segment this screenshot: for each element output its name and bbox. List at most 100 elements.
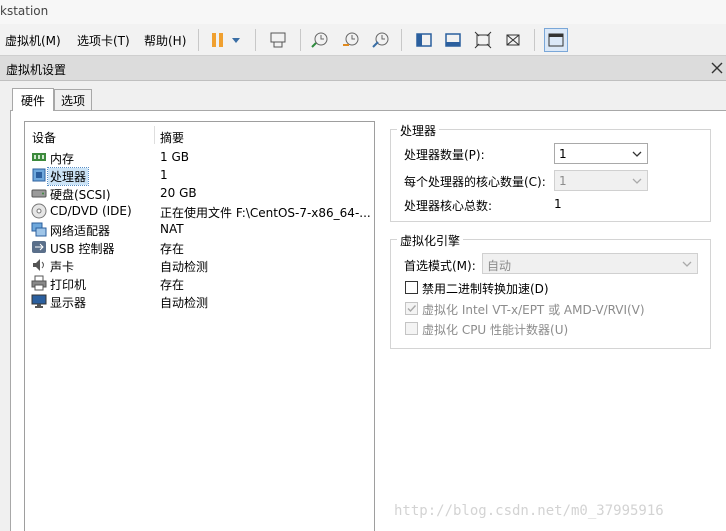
cores-per-processor-label: 每个处理器的核心数量(C): bbox=[404, 175, 546, 189]
device-name: 打印机 bbox=[50, 278, 87, 292]
virtualize-cpu-counters-checkbox[interactable] bbox=[405, 322, 418, 335]
device-row-hard-disk[interactable]: 硬盘(SCSI) 20 GB bbox=[28, 184, 374, 202]
device-column-header[interactable]: 设备 bbox=[32, 129, 56, 146]
virtualization-engine-group: 虚拟化引擎 首选模式(M): 自动 禁用二进制转换加速(D) 虚拟化 Intel… bbox=[390, 232, 711, 349]
dialog-close-button[interactable] bbox=[708, 59, 726, 77]
sound-card-icon bbox=[33, 259, 44, 271]
memory-icon bbox=[32, 153, 46, 161]
device-row-cd-dvd[interactable]: CD/DVD (IDE) 正在使用文件 F:\CentOS-7-x86_64-.… bbox=[28, 202, 374, 220]
cd-dvd-icon bbox=[31, 203, 47, 219]
preferred-mode-value: 自动 bbox=[487, 259, 512, 273]
snapshot-manager-button[interactable] bbox=[369, 28, 393, 52]
app-title-bar: kstation bbox=[0, 0, 726, 25]
device-name: 内存 bbox=[50, 152, 75, 166]
device-row-sound-card[interactable]: 声卡 自动检测 bbox=[28, 256, 374, 274]
processor-group: 处理器 处理器数量(P): 1 每个处理器的核心数量(C): 1 处理器核心总数… bbox=[390, 122, 711, 222]
pause-icon bbox=[212, 33, 223, 47]
chevron-down-icon bbox=[632, 151, 642, 157]
device-name: 硬盘(SCSI) bbox=[50, 188, 111, 202]
device-row-usb-controller[interactable]: USB 控制器 存在 bbox=[28, 238, 374, 256]
display-icon bbox=[31, 294, 47, 308]
full-screen-button[interactable] bbox=[471, 28, 495, 52]
cores-per-processor-value: 1 bbox=[559, 174, 567, 188]
cores-per-processor-select[interactable]: 1 bbox=[554, 170, 648, 191]
preferred-mode-select[interactable]: 自动 bbox=[482, 253, 698, 274]
unity-button[interactable] bbox=[501, 28, 525, 52]
device-name: 处理器 bbox=[46, 167, 90, 186]
device-row-memory[interactable]: 内存 1 GB bbox=[28, 148, 374, 166]
dialog-title: 虚拟机设置 bbox=[6, 63, 67, 77]
disable-binary-translation-label: 禁用二进制转换加速(D) bbox=[422, 282, 549, 296]
snapshot-button[interactable] bbox=[308, 28, 332, 52]
processor-group-title: 处理器 bbox=[397, 122, 440, 139]
summary-column-header[interactable]: 摘要 bbox=[160, 129, 184, 146]
total-cores-value: 1 bbox=[554, 197, 562, 211]
device-summary: 1 GB bbox=[160, 150, 189, 164]
console-view-button[interactable] bbox=[544, 28, 568, 52]
virtualize-cpu-counters-label: 虚拟化 CPU 性能计数器(U) bbox=[422, 323, 569, 337]
disable-binary-translation-checkbox[interactable] bbox=[405, 281, 418, 294]
device-summary: 1 bbox=[160, 168, 168, 182]
device-summary: 存在 bbox=[160, 242, 185, 256]
unity-icon bbox=[506, 34, 520, 46]
toolbar-separator bbox=[198, 29, 199, 51]
snapshot-clock-icon bbox=[311, 32, 328, 48]
toolbar-separator bbox=[300, 29, 301, 51]
thumbnail-view-button[interactable] bbox=[441, 28, 465, 52]
virtualize-vtx-checkbox[interactable] bbox=[405, 302, 418, 315]
device-summary: 自动检测 bbox=[160, 260, 209, 274]
device-name: USB 控制器 bbox=[50, 242, 115, 256]
device-summary: 自动检测 bbox=[160, 296, 209, 310]
snapshot-manager-icon bbox=[372, 32, 389, 48]
console-view-icon bbox=[548, 33, 564, 47]
menu-help[interactable]: 帮助(H) bbox=[144, 32, 186, 49]
toolbar-separator bbox=[401, 29, 402, 51]
device-name: 声卡 bbox=[50, 260, 75, 274]
menu-toolbar: 虚拟机(M) 选项卡(T) 帮助(H) bbox=[0, 24, 726, 56]
chevron-down-icon bbox=[682, 261, 692, 267]
device-name: CD/DVD (IDE) bbox=[50, 204, 132, 218]
revert-clock-icon bbox=[343, 32, 359, 46]
device-row-display[interactable]: 显示器 自动检测 bbox=[28, 292, 374, 310]
watermark-text: http://blog.csdn.net/m0_37995916 bbox=[394, 503, 664, 519]
column-divider[interactable] bbox=[154, 126, 155, 144]
bottom-bar-view-icon bbox=[445, 33, 461, 47]
toolbar-separator bbox=[534, 29, 535, 51]
chevron-down-icon bbox=[632, 178, 642, 184]
device-row-network-adapter[interactable]: 网络适配器 NAT bbox=[28, 220, 374, 238]
virtualize-vtx-label: 虚拟化 Intel VT-x/EPT 或 AMD-V/RVI(V) bbox=[422, 303, 645, 317]
pause-button[interactable] bbox=[206, 28, 230, 52]
send-keys-button[interactable] bbox=[266, 28, 290, 52]
processor-icon bbox=[32, 168, 46, 182]
tab-hardware[interactable]: 硬件 bbox=[12, 88, 54, 111]
device-summary: 正在使用文件 F:\CentOS-7-x86_64-... bbox=[160, 206, 371, 220]
printer-icon bbox=[31, 275, 47, 291]
device-summary: NAT bbox=[160, 222, 184, 236]
dialog-title-bar: 虚拟机设置 bbox=[0, 56, 726, 81]
sidebar-view-icon bbox=[416, 33, 432, 47]
processor-count-label: 处理器数量(P): bbox=[404, 148, 485, 162]
power-dropdown-button[interactable] bbox=[228, 28, 244, 52]
hard-disk-icon bbox=[31, 189, 47, 198]
checkmark-icon bbox=[407, 305, 417, 313]
device-row-printer[interactable]: 打印机 存在 bbox=[28, 274, 374, 292]
device-row-processor[interactable]: 处理器 1 bbox=[28, 166, 374, 186]
revert-snapshot-button[interactable] bbox=[339, 28, 363, 52]
app-title: kstation bbox=[0, 4, 49, 18]
toolbar-separator bbox=[255, 29, 256, 51]
virtualization-group-title: 虚拟化引擎 bbox=[397, 232, 464, 249]
dropdown-arrow-icon bbox=[232, 38, 240, 43]
device-list[interactable]: 设备 摘要 内存 1 GB 处理器 1 硬盘(SCSI) 20 GB CD/DV… bbox=[24, 121, 375, 531]
tab-options[interactable]: 选项 bbox=[54, 89, 92, 110]
menu-tabs[interactable]: 选项卡(T) bbox=[77, 32, 130, 49]
preferred-mode-label: 首选模式(M): bbox=[404, 259, 476, 273]
device-summary: 20 GB bbox=[160, 186, 197, 200]
device-name: 显示器 bbox=[50, 296, 87, 310]
library-view-button[interactable] bbox=[412, 28, 436, 52]
device-summary: 存在 bbox=[160, 278, 185, 292]
device-name: 网络适配器 bbox=[50, 224, 111, 238]
send-keys-icon bbox=[270, 32, 286, 48]
menu-vm[interactable]: 虚拟机(M) bbox=[5, 32, 61, 49]
processor-count-value: 1 bbox=[559, 147, 567, 161]
processor-count-select[interactable]: 1 bbox=[554, 143, 648, 164]
